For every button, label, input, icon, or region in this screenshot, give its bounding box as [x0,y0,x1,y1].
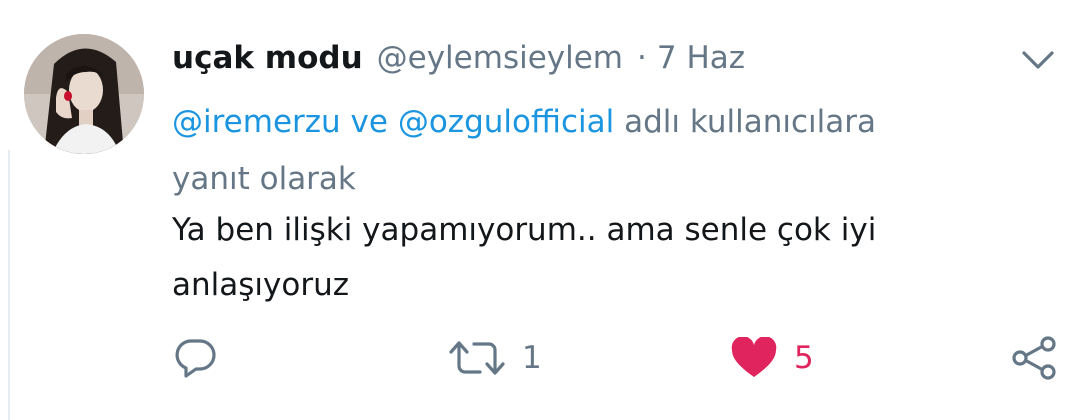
tweet-card[interactable]: uçak modu @eylemsieylem · 7 Haz @iremerz… [0,0,1080,420]
more-options-button[interactable] [1020,48,1056,72]
reply-icon [175,339,216,378]
retweet-count: 1 [522,340,542,376]
tweet-text-line-2: anlaşıyoruz [172,267,349,303]
share-button[interactable] [1010,328,1058,388]
meta-separator: · [637,40,647,76]
reply-context-line-2: yanıt olarak [172,161,356,197]
like-count: 5 [794,340,814,376]
reply-connector: ve [350,104,388,140]
tweet-text: Ya ben ilişki yapamıyorum.. ama senle ço… [172,203,1012,313]
action-bar: 1 5 [0,328,1080,388]
mention-link[interactable]: @ozgulofficial [398,104,614,140]
tweet-date[interactable]: 7 Haz [657,36,745,80]
share-icon [1012,336,1056,380]
like-button[interactable]: 5 [730,328,814,388]
tweet-text-line-1: Ya ben ilişki yapamıyorum.. ama senle ço… [172,212,877,248]
display-name[interactable]: uçak modu [172,36,363,80]
user-handle[interactable]: @eylemsieylem [377,36,623,80]
reply-button[interactable] [172,328,234,388]
reply-context-line-1: @iremerzu ve @ozgulofficial adlı kullanı… [172,94,1012,151]
chevron-down-icon [1022,51,1054,69]
avatar-image [24,34,144,154]
mention-link[interactable]: @iremerzu [172,104,341,140]
retweet-icon [449,341,505,375]
reply-context: @iremerzu ve @ozgulofficial adlı kullanı… [172,94,1012,208]
reply-context-suffix: adlı kullanıcılara [624,104,876,140]
tweet-header: uçak modu @eylemsieylem · 7 Haz [172,36,745,80]
retweet-button[interactable]: 1 [448,328,542,388]
avatar[interactable] [24,34,144,154]
heart-icon [731,337,777,377]
